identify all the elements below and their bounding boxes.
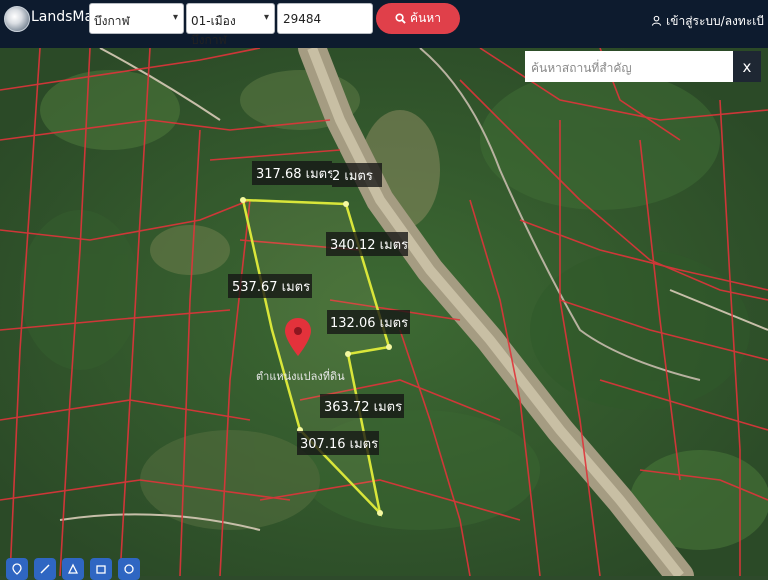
measurement-label-5: 132.06 เมตร (327, 310, 410, 334)
login-label: เข้าสู่ระบบ/ลงทะเบี (666, 14, 764, 28)
measurement-label-3: 340.12 เมตร (326, 232, 408, 256)
svg-text:340.12 เมตร: 340.12 เมตร (330, 238, 408, 253)
province-select[interactable]: บึงกาฬ ▾ (89, 3, 184, 34)
close-icon[interactable]: x (733, 51, 761, 82)
measurement-label-1: 317.68 เมตร (252, 161, 334, 185)
search-icon (395, 13, 406, 24)
place-search-input[interactable]: ค้นหาสถานที่สำคัญ (525, 51, 733, 82)
province-value: บึงกาฬ (94, 14, 130, 28)
svg-text:317.68 เมตร: 317.68 เมตร (256, 167, 334, 182)
circle-icon[interactable] (118, 558, 140, 580)
measurement-label-7: 307.16 เมตร (297, 431, 379, 455)
area-icon[interactable] (90, 558, 112, 580)
user-icon (652, 15, 662, 26)
svg-text:307.16 เมตร: 307.16 เมตร (300, 437, 378, 452)
measurement-label-4: 537.67 เมตร (228, 274, 312, 298)
svg-text:132.06 เมตร: 132.06 เมตร (330, 316, 408, 331)
chevron-down-icon: ▾ (263, 12, 269, 23)
measurement-label-6: 363.72 เมตร (320, 394, 404, 418)
login-link[interactable]: เข้าสู่ระบบ/ลงทะเบี (651, 12, 764, 31)
svg-text:363.72 เมตร: 363.72 เมตร (324, 400, 402, 415)
ruler-icon[interactable] (34, 558, 56, 580)
chevron-down-icon: ▾ (172, 12, 178, 23)
map-tools (0, 558, 140, 580)
district-select[interactable]: 01-เมืองบึงกาฬ ▾ (186, 3, 275, 47)
top-bar: LandsMaps บึงกาฬ ▾ 01-เมืองบึงกาฬ ▾ 2948… (0, 0, 768, 48)
landsmaps-logo[interactable] (4, 6, 30, 32)
search-button-label: ค้นหา (410, 11, 441, 25)
marker-label: ตำแหน่งแปลงที่ดิน (256, 368, 345, 383)
map-canvas[interactable]: 317.68 เมตร 2 เมตร 340.12 เมตร 537.67 เม… (0, 48, 768, 576)
parcel-number-input[interactable]: 29484 (277, 3, 373, 34)
satellite-map[interactable]: 317.68 เมตร 2 เมตร 340.12 เมตร 537.67 เม… (0, 48, 768, 576)
district-value: 01-เมืองบึงกาฬ (191, 14, 236, 47)
measurement-label-2: 2 เมตร (332, 163, 382, 187)
search-button[interactable]: ค้นหา (376, 3, 460, 34)
svg-text:2 เมตร: 2 เมตร (332, 169, 373, 184)
polygon-icon[interactable] (62, 558, 84, 580)
svg-text:537.67 เมตร: 537.67 เมตร (232, 280, 310, 295)
location-icon[interactable] (6, 558, 28, 580)
